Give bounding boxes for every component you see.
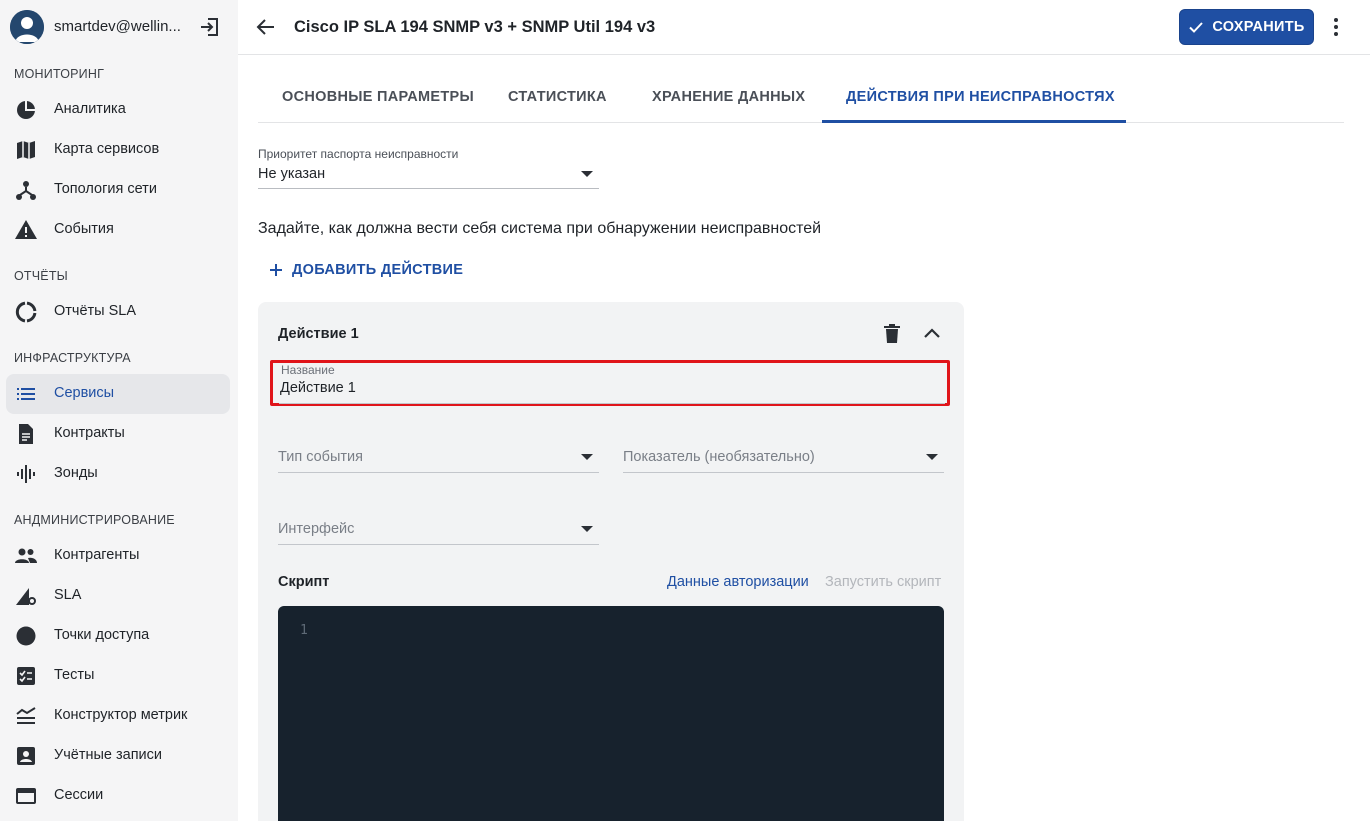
auth-data-link[interactable]: Данные авторизации (667, 574, 809, 590)
sidebar-item-access-points[interactable]: Точки доступа (6, 616, 230, 656)
interface-placeholder: Интерфейс (278, 521, 355, 537)
dropdown-arrow-icon (581, 171, 593, 177)
dropdown-arrow-icon (926, 454, 938, 460)
name-underline (279, 403, 945, 404)
save-button[interactable]: СОХРАНИТЬ (1179, 9, 1314, 45)
sidebar-item-events[interactable]: События (6, 210, 230, 250)
window-icon (14, 784, 38, 808)
event-type-placeholder: Тип события (278, 449, 363, 465)
sidebar-item-label: Сессии (54, 787, 104, 803)
sidebar: smartdev@wellin... МОНИТОРИНГ Аналитика … (0, 0, 238, 821)
script-editor[interactable]: 1 (278, 606, 944, 821)
sidebar-item-analytics[interactable]: Аналитика (6, 90, 230, 130)
topology-icon (14, 178, 38, 202)
user-name: smartdev@wellin... (54, 18, 181, 35)
sidebar-item-sla-reports[interactable]: Отчёты SLA (6, 292, 230, 332)
sidebar-item-contracts[interactable]: Контракты (6, 414, 230, 454)
run-script-link[interactable]: Запустить скрипт (825, 574, 941, 590)
add-action-label: ДОБАВИТЬ ДЕЙСТВИЕ (292, 262, 464, 278)
sidebar-item-sessions[interactable]: Сессии (6, 776, 230, 816)
sidebar-item-counterparties[interactable]: Контрагенты (6, 536, 230, 576)
sidebar-item-tests[interactable]: Тесты (6, 656, 230, 696)
user-row: smartdev@wellin... (0, 0, 238, 54)
sidebar-item-label: Точки доступа (54, 627, 150, 643)
sidebar-item-label: SLA (54, 587, 82, 603)
interface-underline (278, 544, 599, 545)
sidebar-item-label: Контракты (54, 425, 125, 441)
chevron-up-icon[interactable] (920, 322, 944, 346)
warning-icon (14, 218, 38, 242)
sidebar-item-label: Зонды (54, 465, 98, 481)
sidebar-item-metrics-builder[interactable]: Конструктор метрик (6, 696, 230, 736)
instructions-text: Задайте, как должна вести себя система п… (258, 220, 822, 237)
metrics-icon (14, 704, 38, 728)
logout-icon[interactable] (198, 15, 222, 39)
tab-main-parameters[interactable]: ОСНОВНЫЕ ПАРАМЕТРЫ (282, 89, 474, 105)
checklist-icon (14, 664, 38, 688)
trash-icon[interactable] (880, 322, 904, 346)
sidebar-item-label: Сервисы (54, 385, 115, 401)
priority-value: Не указан (258, 166, 326, 182)
name-input[interactable]: Действие 1 (280, 380, 356, 396)
sidebar-item-accounts[interactable]: Учётные записи (6, 736, 230, 776)
name-label: Название (281, 363, 335, 377)
plus-icon (270, 264, 282, 276)
tab-fault-actions[interactable]: ДЕЙСТВИЯ ПРИ НЕИСПРАВНОСТЯХ (846, 89, 1115, 105)
back-arrow-icon[interactable] (254, 15, 278, 39)
sidebar-item-label: Конструктор метрик (54, 707, 188, 723)
tab-indicator (822, 120, 1126, 123)
sidebar-item-services[interactable]: Сервисы (6, 374, 230, 414)
check-icon (1189, 22, 1204, 33)
sidebar-item-label: Топология сети (54, 181, 157, 197)
pie-chart-icon (14, 98, 38, 122)
tabs: ОСНОВНЫЕ ПАРАМЕТРЫ СТАТИСТИКА ХРАНЕНИЕ Д… (258, 72, 1344, 123)
sidebar-item-label: Контрагенты (54, 547, 140, 563)
sidebar-item-probes[interactable]: Зонды (6, 454, 230, 494)
map-icon (14, 138, 38, 162)
action-card: Действие 1 Название Действие 1 Тип событ… (258, 302, 964, 821)
sidebar-item-label: Тесты (54, 667, 95, 683)
sidebar-item-topology[interactable]: Топология сети (6, 170, 230, 210)
dropdown-arrow-icon (581, 526, 593, 532)
page-title: Cisco IP SLA 194 SNMP v3 + SNMP Util 194… (294, 18, 656, 36)
account-icon (14, 744, 38, 768)
sidebar-item-label: Аналитика (54, 101, 126, 117)
probe-icon (14, 462, 38, 486)
donut-icon (14, 300, 38, 324)
priority-label: Приоритет паспорта неисправности (258, 147, 459, 161)
section-label-infrastructure: ИНФРАСТРУКТУРА (14, 351, 131, 365)
sidebar-item-service-map[interactable]: Карта сервисов (6, 130, 230, 170)
page-header: Cisco IP SLA 194 SNMP v3 + SNMP Util 194… (238, 0, 1370, 55)
document-icon (14, 422, 38, 446)
sidebar-item-label: Карта сервисов (54, 141, 160, 157)
sidebar-item-label: Учётные записи (54, 747, 163, 763)
section-label-monitoring: МОНИТОРИНГ (14, 67, 105, 81)
event-type-underline (278, 472, 599, 473)
name-field[interactable]: Название Действие 1 (270, 360, 950, 406)
priority-underline (258, 188, 599, 189)
list-icon (14, 382, 38, 406)
section-label-reports: ОТЧЁТЫ (14, 269, 68, 283)
sidebar-item-label: Отчёты SLA (54, 303, 137, 319)
metric-placeholder: Показатель (необязательно) (623, 449, 815, 465)
sidebar-item-sla[interactable]: SLA (6, 576, 230, 616)
people-icon (14, 544, 38, 568)
sla-icon (14, 584, 38, 608)
dropdown-arrow-icon (581, 454, 593, 460)
save-button-label: СОХРАНИТЬ (1212, 19, 1305, 35)
add-action-button[interactable]: ДОБАВИТЬ ДЕЙСТВИЕ (268, 262, 463, 278)
sidebar-item-label: События (54, 221, 114, 237)
line-number: 1 (300, 623, 308, 638)
action-title: Действие 1 (278, 326, 359, 342)
script-label: Скрипт (278, 574, 330, 590)
avatar[interactable] (10, 10, 44, 44)
circle-icon (14, 624, 38, 648)
section-label-administration: АНДМИНИСТРИРОВАНИЕ (14, 513, 175, 527)
more-options-icon[interactable] (1324, 15, 1348, 39)
tab-data-storage[interactable]: ХРАНЕНИЕ ДАННЫХ (652, 89, 805, 105)
tab-statistics[interactable]: СТАТИСТИКА (508, 89, 607, 105)
metric-underline (623, 472, 944, 473)
